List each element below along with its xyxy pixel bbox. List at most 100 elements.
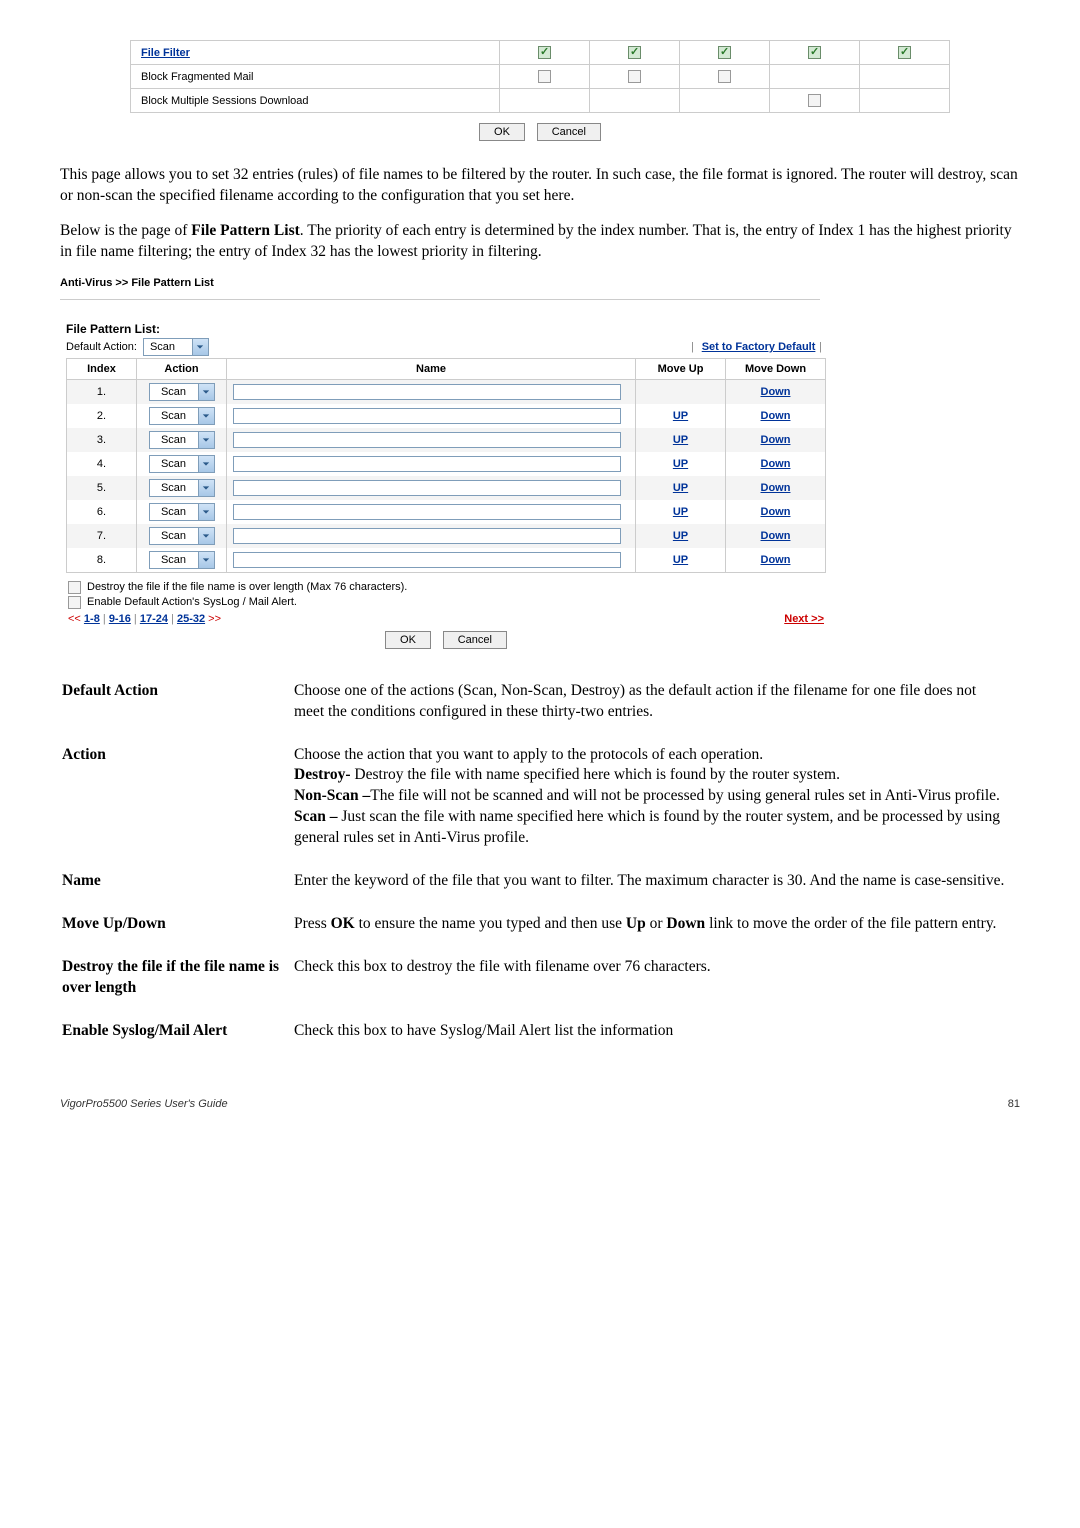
row-action-select[interactable]: Scan — [149, 503, 215, 521]
breadcrumb: Anti-Virus >> File Pattern List — [60, 277, 1020, 289]
row-move-up[interactable]: UP — [636, 428, 726, 452]
chevron-down-icon — [198, 504, 214, 520]
row-move-down[interactable]: Down — [726, 476, 826, 500]
row-name-cell — [227, 452, 636, 476]
checkbox-icon[interactable] — [808, 94, 821, 107]
checkbox-checked-icon[interactable] — [538, 46, 551, 59]
ok-button[interactable]: OK — [385, 631, 431, 649]
feature-label: Block Fragmented Mail — [131, 65, 500, 89]
checkbox-icon[interactable] — [628, 70, 641, 83]
feature-row: Block Multiple Sessions Download — [131, 89, 950, 113]
checkbox-icon[interactable] — [538, 70, 551, 83]
row-index: 2. — [67, 404, 137, 428]
row-name-cell — [227, 404, 636, 428]
row-action-select[interactable]: Scan — [149, 551, 215, 569]
chevron-down-icon — [198, 456, 214, 472]
checkbox-icon — [68, 581, 81, 594]
row-action-select[interactable]: Scan — [149, 383, 215, 401]
row-move-down[interactable]: Down — [726, 379, 826, 404]
feature-checkbox-cell — [590, 41, 680, 65]
row-move-down[interactable]: Down — [726, 548, 826, 573]
row-move-down[interactable]: Down — [726, 452, 826, 476]
next-page-link[interactable]: Next >> — [784, 613, 824, 625]
feature-row: File Filter — [131, 41, 950, 65]
term-move-up-down: Move Up/Down — [62, 908, 292, 949]
cancel-button[interactable]: Cancel — [443, 631, 507, 649]
row-move-up[interactable]: UP — [636, 476, 726, 500]
row-move-up[interactable]: UP — [636, 404, 726, 428]
chevron-down-icon — [198, 480, 214, 496]
row-move-up[interactable]: UP — [636, 524, 726, 548]
row-move-up[interactable]: UP — [636, 548, 726, 573]
table-row: 5. Scan UPDown — [67, 476, 826, 500]
table-row: 8. Scan UPDown — [67, 548, 826, 573]
row-action-select[interactable]: Scan — [149, 431, 215, 449]
row-name-cell — [227, 428, 636, 452]
row-action-select[interactable]: Scan — [149, 455, 215, 473]
feature-checkbox-cell — [500, 65, 590, 89]
destroy-over-length-checkbox[interactable]: Destroy the file if the file name is ove… — [68, 581, 826, 594]
default-action-select[interactable]: Scan — [143, 338, 209, 356]
row-action-cell: Scan — [137, 476, 227, 500]
row-name-input[interactable] — [233, 504, 621, 520]
feature-label: Block Multiple Sessions Download — [131, 89, 500, 113]
row-move-down[interactable]: Down — [726, 524, 826, 548]
row-name-input[interactable] — [233, 456, 621, 472]
header-index: Index — [67, 358, 137, 379]
page-17-24[interactable]: 17-24 — [140, 613, 168, 625]
feature-label[interactable]: File Filter — [131, 41, 500, 65]
row-move-down[interactable]: Down — [726, 500, 826, 524]
top-button-row: OK Cancel — [60, 123, 1020, 141]
row-action-cell: Scan — [137, 500, 227, 524]
feature-checkbox-cell — [770, 41, 860, 65]
ok-button[interactable]: OK — [479, 123, 525, 141]
row-index: 1. — [67, 379, 137, 404]
file-pattern-table: Index Action Name Move Up Move Down 1.Sc… — [66, 358, 826, 573]
row-action-select[interactable]: Scan — [149, 479, 215, 497]
chevron-down-icon — [192, 339, 208, 355]
checkbox-checked-icon[interactable] — [718, 46, 731, 59]
checkbox-checked-icon[interactable] — [808, 46, 821, 59]
row-move-down[interactable]: Down — [726, 428, 826, 452]
page-1-8[interactable]: 1-8 — [84, 613, 100, 625]
paragraph-1: This page allows you to set 32 entries (… — [60, 165, 1020, 207]
row-action-cell: Scan — [137, 524, 227, 548]
checkbox-checked-icon[interactable] — [628, 46, 641, 59]
row-name-input[interactable] — [233, 528, 621, 544]
row-move-up — [636, 379, 726, 404]
feature-checkbox-cell — [590, 65, 680, 89]
cancel-button[interactable]: Cancel — [537, 123, 601, 141]
row-index: 5. — [67, 476, 137, 500]
row-name-input[interactable] — [233, 480, 621, 496]
feature-checkbox-cell — [860, 89, 950, 113]
row-name-cell — [227, 524, 636, 548]
row-move-up[interactable]: UP — [636, 452, 726, 476]
checkbox-checked-icon[interactable] — [898, 46, 911, 59]
row-action-select[interactable]: Scan — [149, 527, 215, 545]
row-action-cell: Scan — [137, 548, 227, 573]
row-index: 8. — [67, 548, 137, 573]
row-name-cell — [227, 379, 636, 404]
table-row: 3.ScanUPDown — [67, 428, 826, 452]
definitions-table: Default Action Choose one of the actions… — [60, 673, 1020, 1058]
page-25-32[interactable]: 25-32 — [177, 613, 205, 625]
set-factory-default-link[interactable]: Set to Factory Default — [702, 341, 816, 353]
page-9-16[interactable]: 9-16 — [109, 613, 131, 625]
table-row: 1. Scan Down — [67, 379, 826, 404]
header-move-up: Move Up — [636, 358, 726, 379]
feature-checkbox-cell — [770, 89, 860, 113]
feature-checkbox-cell — [860, 65, 950, 89]
enable-syslog-checkbox[interactable]: Enable Default Action's SysLog / Mail Al… — [68, 596, 826, 609]
row-name-input[interactable] — [233, 384, 621, 400]
checkbox-icon[interactable] — [718, 70, 731, 83]
row-action-select[interactable]: Scan — [149, 407, 215, 425]
row-name-input[interactable] — [233, 408, 621, 424]
paragraph-2: Below is the page of File Pattern List. … — [60, 221, 1020, 263]
row-name-input[interactable] — [233, 552, 621, 568]
row-index: 7. — [67, 524, 137, 548]
table-row: 4.ScanUPDown — [67, 452, 826, 476]
row-action-cell: Scan — [137, 404, 227, 428]
row-name-input[interactable] — [233, 432, 621, 448]
row-move-down[interactable]: Down — [726, 404, 826, 428]
row-move-up[interactable]: UP — [636, 500, 726, 524]
